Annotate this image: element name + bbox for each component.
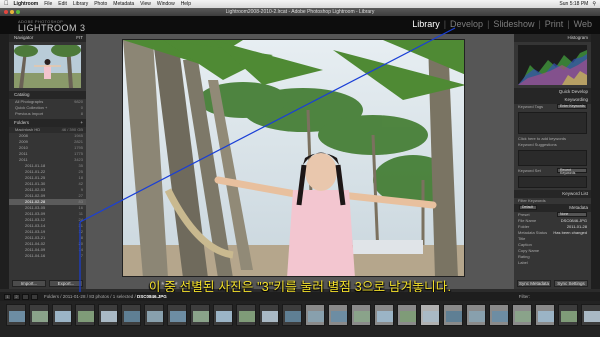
thumbnail-image — [216, 311, 232, 322]
filmstrip-thumbnail[interactable] — [52, 304, 72, 326]
filmstrip-thumbnail[interactable] — [75, 304, 95, 326]
thumbnail-image — [584, 311, 600, 322]
thumbnail-image — [239, 311, 255, 322]
thumbnail-image — [170, 311, 186, 322]
thumbnail-image — [78, 311, 94, 322]
filmstrip-thumbnail[interactable] — [535, 304, 555, 326]
thumbnail-image — [124, 311, 140, 322]
thumbnail-image — [285, 311, 301, 322]
thumbnail-image — [147, 311, 163, 322]
filmstrip-thumbnail[interactable] — [443, 304, 463, 326]
thumbnail-image — [331, 311, 347, 322]
filmstrip-filename: DSC0846.JPG — [137, 294, 167, 299]
thumbnail-image — [262, 311, 278, 322]
grid-view-icon[interactable] — [22, 293, 29, 300]
thumbnail-image — [538, 311, 554, 322]
filmstrip-thumbnail[interactable] — [489, 304, 509, 326]
thumbnail-image — [515, 311, 531, 322]
filmstrip-thumbnail[interactable] — [282, 304, 302, 326]
thumbnail-image — [561, 311, 577, 322]
filmstrip-thumbnail[interactable] — [397, 304, 417, 326]
thumbnail-image — [377, 311, 393, 322]
filmstrip-filter-label: Filter: — [518, 294, 530, 299]
filmstrip-thumbnail[interactable] — [420, 304, 440, 326]
filmstrip-thumbnail[interactable] — [121, 304, 141, 326]
back-arrow-icon[interactable] — [31, 293, 38, 300]
thumbnail-image — [55, 311, 71, 322]
filmstrip-thumbnail[interactable] — [558, 304, 578, 326]
filmstrip-thumbnail[interactable] — [374, 304, 394, 326]
filmstrip-thumbnail[interactable] — [213, 304, 233, 326]
filmstrip-thumbnail[interactable] — [351, 304, 371, 326]
filmstrip-thumbnail[interactable] — [167, 304, 187, 326]
page-1-button[interactable]: 1 — [4, 293, 11, 300]
filmstrip-thumbnail[interactable] — [236, 304, 256, 326]
thumbnail-image — [492, 311, 508, 322]
filmstrip-thumbnail[interactable] — [328, 304, 348, 326]
filmstrip-thumbnail[interactable] — [29, 304, 49, 326]
filmstrip-header: 1 2 Folders / 2011-01-28 / 83 photos / 1… — [0, 292, 600, 301]
thumbnail-image — [354, 311, 370, 322]
filmstrip-thumbnail[interactable] — [6, 304, 26, 326]
filmstrip-thumbnail[interactable] — [305, 304, 325, 326]
thumbnail-image — [423, 311, 439, 322]
thumbnail-image — [32, 311, 48, 322]
thumbnail-image — [193, 311, 209, 322]
thumbnail-image — [101, 311, 117, 322]
filmstrip-thumbnail[interactable] — [190, 304, 210, 326]
filmstrip-thumbnail[interactable] — [98, 304, 118, 326]
filmstrip-thumbnail[interactable] — [512, 304, 532, 326]
thumbnail-image — [400, 311, 416, 322]
lightroom-screenshot:  Lightroom File Edit Library Photo Meta… — [0, 0, 600, 337]
page-2-button[interactable]: 2 — [13, 293, 20, 300]
filmstrip-thumbnail[interactable] — [466, 304, 486, 326]
filmstrip-thumbnail[interactable] — [259, 304, 279, 326]
thumbnail-image — [446, 311, 462, 322]
thumbnail-image — [308, 311, 324, 322]
filmstrip-breadcrumb[interactable]: Folders / 2011-01-28 / 83 photos / 1 sel… — [44, 292, 167, 301]
filmstrip-thumbnail[interactable] — [581, 304, 600, 326]
thumbnail-image — [469, 311, 485, 322]
filmstrip[interactable] — [0, 301, 600, 337]
thumbnail-image — [9, 311, 25, 322]
filmstrip-thumbnail[interactable] — [144, 304, 164, 326]
filmstrip-source: Folders / 2011-01-28 / 83 photos / 1 sel… — [44, 294, 136, 299]
